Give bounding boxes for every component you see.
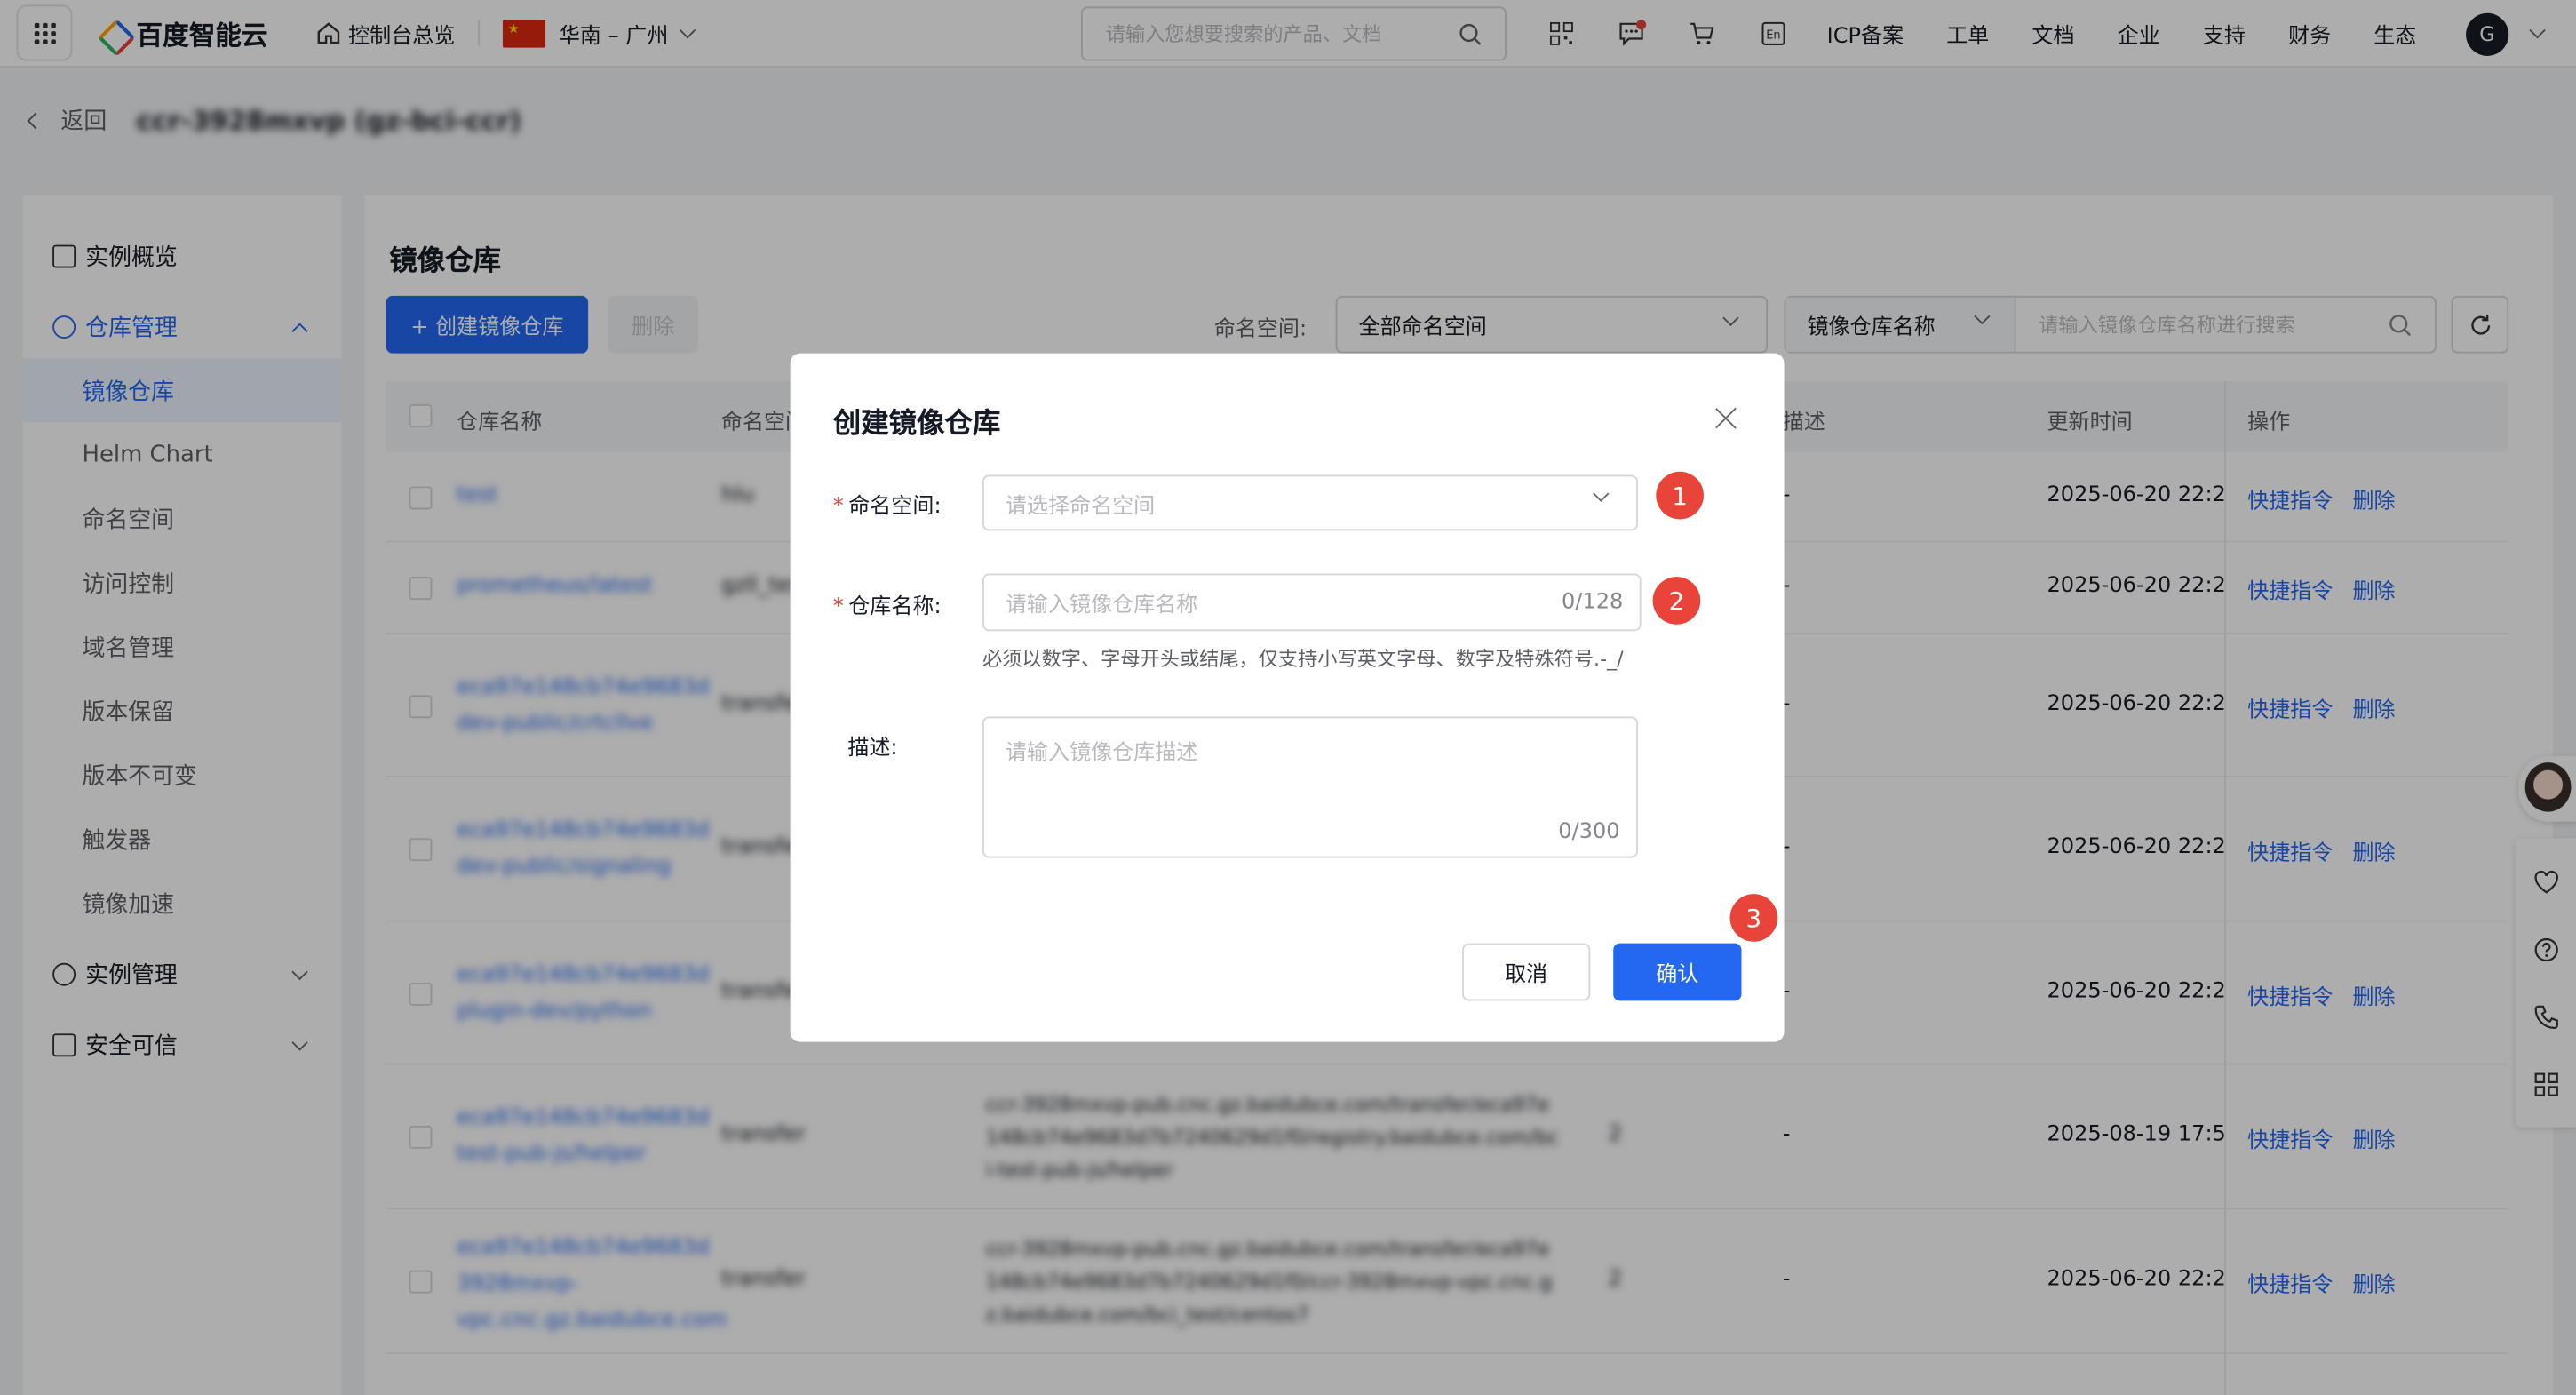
repo-name-input[interactable]: 请输入镜像仓库名称 0/128 [982,573,1642,632]
description-placeholder: 请输入镜像仓库描述 [1005,741,1198,766]
namespace-label: * 命名空间: [832,488,942,520]
description-counter: 0/300 [1558,819,1620,845]
description-textarea[interactable]: 请输入镜像仓库描述 0/300 [982,716,1638,858]
description-label: 描述: [847,736,898,761]
required-mark: * [832,594,844,620]
repo-name-label: * 仓库名称: [832,588,942,620]
repo-name-counter: 0/128 [1562,589,1624,615]
repo-name-placeholder: 请输入镜像仓库名称 [1005,593,1198,618]
chevron-down-icon [1593,485,1610,502]
close-icon[interactable] [1715,406,1738,429]
repo-name-label-text: 仓库名称: [848,594,942,620]
step-badge-1: 1 [1656,471,1704,520]
namespace-placeholder: 请选择命名空间 [1005,493,1156,519]
required-mark: * [832,494,844,520]
namespace-label-text: 命名空间: [848,494,942,520]
repo-name-hint: 必须以数字、字母开头或结尾，仅支持小写英文字母、数字及特殊符号.-_/ [982,647,1624,671]
step-badge-3: 3 [1729,894,1778,942]
dialog-title: 创建镜像仓库 [832,407,1001,441]
confirm-button[interactable]: 确认 [1613,943,1742,1001]
cancel-button[interactable]: 取消 [1462,943,1591,1001]
namespace-select[interactable]: 请选择命名空间 [982,474,1638,531]
create-repo-dialog: 创建镜像仓库 * 命名空间: 请选择命名空间 * 仓库名称: 请输入镜像仓库名称 0… [790,353,1785,1042]
step-badge-2: 2 [1652,577,1701,625]
